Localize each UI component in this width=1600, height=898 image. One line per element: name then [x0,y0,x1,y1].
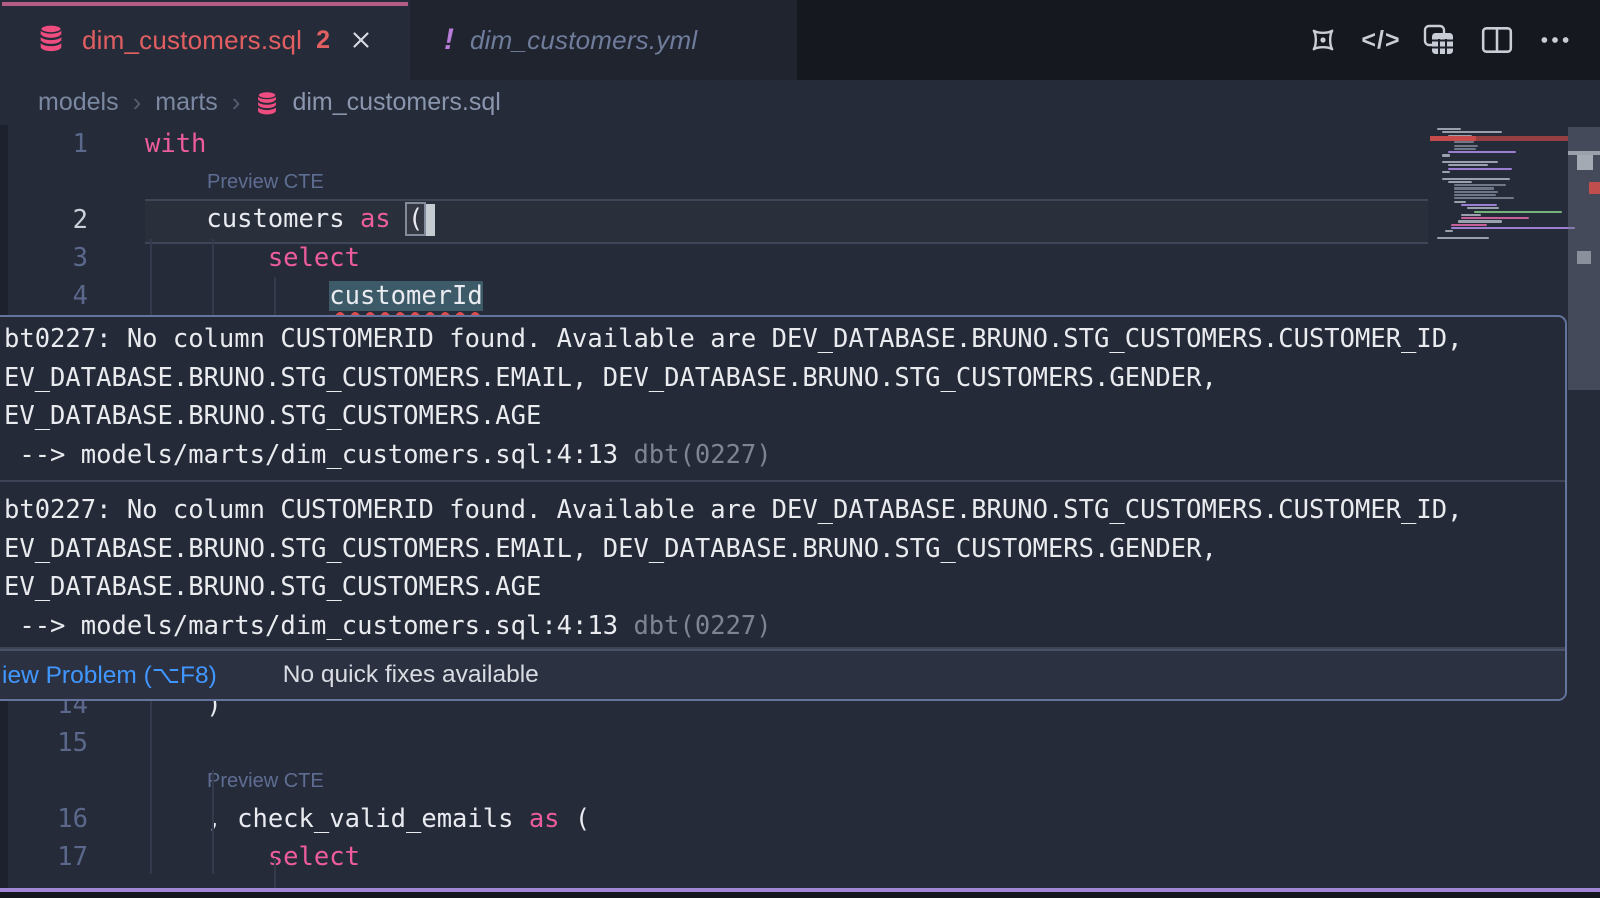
overview-ruler-marker [1577,155,1593,170]
indent-guide [274,858,276,888]
inline-code-icon[interactable]: </> [1364,23,1398,57]
minimap-code-line [1442,178,1510,180]
line-number: 17 [0,842,88,872]
error-hover-tooltip: bt0227: No column CUSTOMERID found. Avai… [0,315,1567,701]
dbt-icon[interactable] [1306,23,1340,57]
diagnostic-source: dbt(0227) [633,611,771,641]
minimap-code-line [1451,227,1575,229]
indent-guide [212,770,214,874]
error-token-customerid: customerId [329,281,483,311]
codelens-row: Preview CTE [0,762,1560,800]
close-icon[interactable] [348,27,374,53]
diagnostic-message: bt0227: No column CUSTOMERID found. Avai… [0,317,1565,480]
view-problem-link[interactable]: iew Problem (⌥F8) [2,660,217,690]
code-text[interactable]: with [145,129,206,159]
minimap-code-line [1461,204,1497,206]
code-text[interactable]: select [145,842,360,872]
breadcrumb: models › marts › dim_customers.sql [38,80,501,125]
minimap-code-line [1454,191,1498,193]
tab-label: dim_customers.yml [470,25,697,56]
database-icon [36,23,66,58]
code-text[interactable]: customers as ( [145,204,435,236]
editor-toolbar: </> [1306,0,1572,80]
tooltip-footer: iew Problem (⌥F8) No quick fixes availab… [0,649,1565,699]
code-line-17[interactable]: 17 select [0,838,1560,876]
minimap-code-line [1448,168,1512,170]
minimap-code-line [1461,214,1481,216]
chevron-right-icon: › [131,87,144,118]
split-editor-icon[interactable] [1480,23,1514,57]
minimap-code-line [1451,224,1487,226]
code-line-4[interactable]: 4 customerId [0,277,1560,315]
modified-count-badge: 2 [316,26,330,55]
overview-ruler-marker [1577,251,1591,264]
minimap-code-line [1442,154,1450,156]
minimap-code-line [1454,145,1478,147]
codelens-row: Preview CTE [0,163,1560,201]
line-number: 3 [0,243,88,273]
diagnostic-text: bt0227: No column CUSTOMERID found. Avai… [4,320,1565,474]
more-actions-icon[interactable] [1538,23,1572,57]
tab-bar: dim_customers.sql 2 ! dim_customers.yml … [0,0,1600,80]
minimap-code-line [1448,151,1516,153]
below-window [0,892,1600,898]
indent-guide [150,701,152,874]
diagnostic-source: dbt(0227) [633,440,771,470]
database-icon [254,90,280,116]
minimap-code-line [1461,217,1529,219]
code-text[interactable]: customerId [145,281,483,311]
code-line-15[interactable]: 15 [0,724,1560,762]
breadcrumb-item-file[interactable]: dim_customers.sql [292,88,500,117]
copy-table-icon[interactable] [1422,23,1456,57]
vscode-window: dim_customers.sql 2 ! dim_customers.yml … [0,0,1600,898]
line-number: 2 [0,205,88,235]
minimap-code-line [1454,187,1494,189]
preview-cte-codelens[interactable]: Preview CTE [207,163,324,201]
tab-dim-customers-yml[interactable]: ! dim_customers.yml [410,0,797,80]
indent-guide [150,239,152,315]
no-quick-fixes-label: No quick fixes available [283,661,539,689]
minimap-code-line [1442,171,1450,173]
code-line-16[interactable]: 16 , check_valid_emails as ( [0,800,1560,838]
line-number: 16 [0,804,88,834]
tab-dim-customers-sql[interactable]: dim_customers.sql 2 [0,0,410,80]
minimap-code-line [1454,148,1476,150]
minimap-code-line [1458,220,1502,222]
warning-icon: ! [444,23,454,57]
line-number: 4 [0,281,88,311]
breadcrumb-item-marts[interactable]: marts [155,88,218,117]
diagnostic-message: bt0227: No column CUSTOMERID found. Avai… [0,482,1565,647]
minimap-code-line [1448,181,1472,183]
line-number: 15 [0,728,88,758]
chevron-right-icon: › [230,87,243,118]
minimap-error-token [1430,136,1476,141]
minimap-code-line [1454,194,1496,196]
diagnostic-text: bt0227: No column CUSTOMERID found. Avai… [4,491,1565,645]
minimap-code-line [1454,184,1506,186]
line-number: 1 [0,129,88,159]
minimap-code-line [1437,237,1489,239]
preview-cte-codelens[interactable]: Preview CTE [207,762,324,800]
code-line-1[interactable]: 1 with [0,125,1560,163]
minimap-code-line [1454,201,1466,203]
minimap-code-line [1474,211,1562,213]
breadcrumb-item-models[interactable]: models [38,88,119,117]
code-text[interactable]: select [145,243,360,273]
indent-guide [212,239,214,315]
text-cursor [426,204,435,236]
code-line-2[interactable]: 2 customers as ( [0,201,1560,239]
minimap-code-line [1437,128,1461,130]
minimap-code-line [1442,161,1498,163]
overview-ruler-error-marker [1589,182,1600,194]
code-line-3[interactable]: 3 select [0,239,1560,277]
tab-label: dim_customers.sql [82,25,302,56]
active-tab-accent [2,2,408,6]
indent-guide [274,277,276,315]
